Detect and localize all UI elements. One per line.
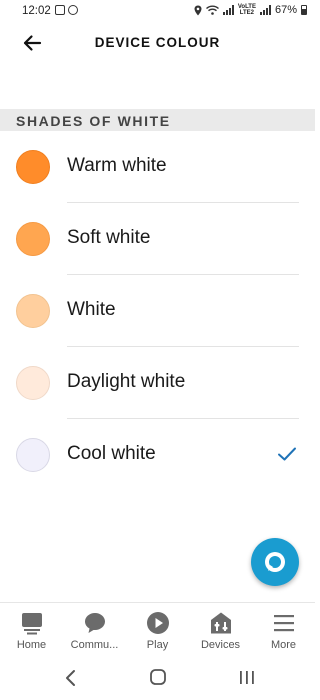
colour-swatch [16,222,50,256]
status-right: VoLTE LTE2 67% [194,4,307,16]
colour-option-label: White [67,299,116,320]
colour-swatch [16,294,50,328]
home-icon [21,613,42,635]
colour-option-white[interactable]: White [0,275,315,347]
nav-label: Home [16,639,47,651]
checkmark-icon [278,447,296,461]
battery-percent: 67% [274,4,297,16]
colour-option-label: Cool white [67,443,156,464]
gallery-notification-icon [55,5,65,15]
status-time: 12:02 [22,5,51,17]
system-nav-bar [0,658,315,700]
colour-option-label: Soft white [67,227,151,248]
nav-play[interactable]: Play [126,603,189,659]
signal-icon-2 [259,5,271,15]
nav-label: Devices [200,639,241,651]
page-title: DEVICE COLOUR [94,35,221,50]
bottom-nav: Home Commu... Play Devices More [0,602,315,659]
volte-indicator: VoLTE LTE2 [238,4,256,16]
nav-label: Commu... [70,639,119,651]
recents-icon [240,671,254,684]
notification-icons [55,5,78,15]
nav-label: Play [146,639,169,651]
menu-icon [273,615,294,632]
nav-devices[interactable]: Devices [189,603,252,659]
status-bar: 12:02 VoLTE LTE2 67% [0,0,315,24]
play-icon [146,612,169,634]
section-title: SHADES OF WHITE [16,113,171,129]
colour-swatch [16,438,50,472]
wifi-icon [205,5,219,15]
back-chevron-icon [66,670,75,686]
section-header: SHADES OF WHITE [0,109,315,131]
chat-bubble-icon [84,613,105,633]
colour-option-label: Warm white [67,155,167,176]
colour-swatch [16,150,50,184]
colour-option-daylight-white[interactable]: Daylight white [0,347,315,419]
alexa-icon [265,552,285,572]
alexa-button[interactable] [251,538,299,586]
colour-option-label: Daylight white [67,371,186,392]
colour-option-cool-white[interactable]: Cool white [0,419,315,491]
colour-option-warm-white[interactable]: Warm white [0,131,315,203]
system-home-button[interactable] [143,666,173,690]
battery-icon [301,5,307,15]
nav-label: More [270,639,297,651]
colour-list: Warm white Soft white White Daylight whi… [0,131,315,491]
app-header: DEVICE COLOUR [0,24,315,62]
colour-option-soft-white[interactable]: Soft white [0,203,315,275]
colour-swatch [16,366,50,400]
system-back-button[interactable] [56,666,86,690]
nav-more[interactable]: More [252,603,315,659]
devices-icon [210,612,231,634]
signal-icon [222,5,234,15]
volte-bottom-text: LTE2 [239,10,255,16]
nav-home[interactable]: Home [0,603,63,659]
home-circle-icon [150,669,166,685]
nav-communicate[interactable]: Commu... [63,603,126,659]
location-icon [194,5,202,15]
system-recents-button[interactable] [232,666,262,690]
settings-notification-icon [68,5,78,15]
